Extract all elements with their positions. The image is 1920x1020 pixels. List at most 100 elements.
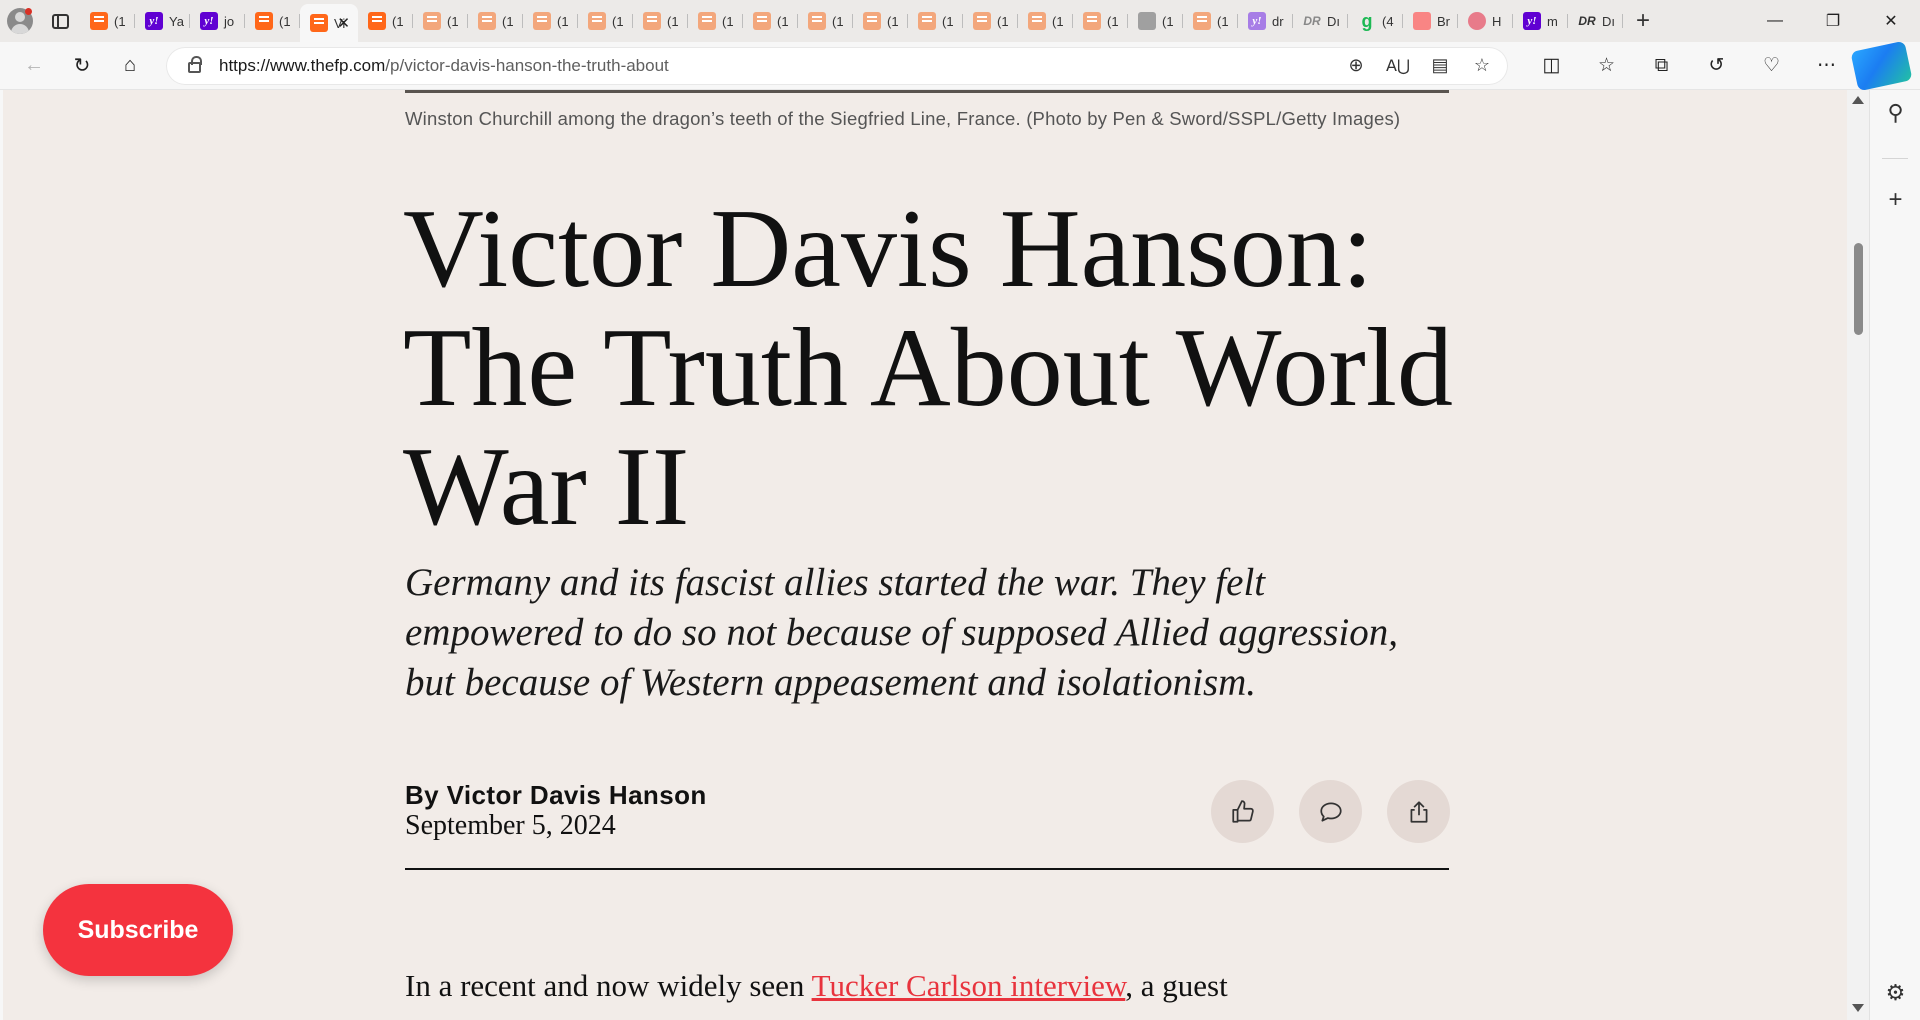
home-button[interactable]: ⌂ bbox=[106, 46, 154, 86]
gray-favicon-icon bbox=[1138, 12, 1156, 30]
browser-tab[interactable]: (1 bbox=[798, 4, 853, 38]
browser-tab[interactable]: Br bbox=[1403, 4, 1458, 38]
close-window-button[interactable]: ✕ bbox=[1862, 0, 1920, 42]
scroll-down-arrow-icon[interactable] bbox=[1852, 1004, 1864, 1012]
favorites-icon[interactable]: ☆ bbox=[1579, 46, 1634, 86]
browser-tab[interactable]: (1 bbox=[853, 4, 908, 38]
tab-title: (1 bbox=[1162, 13, 1174, 29]
copilot-button[interactable] bbox=[1850, 40, 1913, 91]
refresh-button[interactable]: ↻ bbox=[58, 46, 106, 86]
address-bar[interactable]: https://www.thefp.com/p/victor-davis-han… bbox=[166, 46, 1508, 85]
publish-date: September 5, 2024 bbox=[405, 810, 616, 841]
browser-tab[interactable]: (1 bbox=[358, 4, 413, 38]
browser-tab[interactable]: (1 bbox=[468, 4, 523, 38]
browser-tab[interactable]: (1 bbox=[245, 4, 300, 38]
yahoo-favicon-icon: y! bbox=[1248, 12, 1266, 30]
author-byline[interactable]: By Victor Davis Hanson bbox=[405, 780, 707, 811]
split-screen-icon[interactable]: ◫ bbox=[1524, 46, 1579, 86]
scroll-up-arrow-icon[interactable] bbox=[1852, 96, 1864, 104]
tab-title: (1 bbox=[832, 13, 844, 29]
read-aloud-icon[interactable]: A⋃ bbox=[1378, 50, 1418, 82]
tab-list: (1 y! Ya y! jo (1 Vi ✕ (1 (1 (1 (1 (1 (1 (1 (1 (1 (1 (1 (1 (… bbox=[80, 0, 1623, 42]
share-button[interactable] bbox=[1387, 780, 1450, 843]
restore-button[interactable]: ❐ bbox=[1804, 0, 1862, 42]
subscribe-button[interactable]: Subscribe bbox=[43, 884, 233, 976]
tab-title: (1 bbox=[667, 13, 679, 29]
window-controls: — ❐ ✕ bbox=[1746, 0, 1920, 42]
browser-tab[interactable]: (1 bbox=[1128, 4, 1183, 38]
image-caption: Winston Churchill among the dragon’s tee… bbox=[405, 108, 1401, 129]
browser-tab[interactable]: (1 bbox=[688, 4, 743, 38]
browser-tab[interactable]: (1 bbox=[908, 4, 963, 38]
substack-favicon-icon bbox=[255, 12, 273, 30]
sidebar-add-icon[interactable]: + bbox=[1870, 186, 1920, 214]
browser-tab[interactable]: (1 bbox=[80, 4, 135, 38]
comment-button[interactable] bbox=[1299, 780, 1362, 843]
tab-title: (1 bbox=[997, 13, 1009, 29]
browser-tab[interactable]: (1 bbox=[963, 4, 1018, 38]
browser-tab[interactable]: H bbox=[1458, 4, 1513, 38]
dr-favicon-icon: DR bbox=[1303, 14, 1321, 28]
thumbs-up-icon bbox=[1231, 799, 1254, 823]
tab-title: (1 bbox=[447, 13, 459, 29]
yahoo-favicon-icon: y! bbox=[1523, 12, 1541, 30]
substack-favicon-icon bbox=[90, 12, 108, 30]
page-scrollbar[interactable] bbox=[1847, 90, 1869, 1020]
browser-toolbar: ← ↻ ⌂ https://www.thefp.com/p/victor-dav… bbox=[0, 40, 1920, 91]
browser-tab[interactable]: g (4 bbox=[1348, 4, 1403, 38]
collections-icon[interactable]: ⧉ bbox=[1634, 46, 1689, 86]
more-menu-icon[interactable]: ⋯ bbox=[1799, 46, 1854, 86]
sidebar-search-icon[interactable]: ⚲ bbox=[1870, 100, 1920, 126]
comment-bubble-icon bbox=[1319, 801, 1342, 822]
favorite-star-icon[interactable]: ☆ bbox=[1462, 50, 1502, 82]
browser-tab[interactable]: DR Dı bbox=[1293, 4, 1348, 38]
immersive-reader-icon[interactable]: ▤ bbox=[1420, 50, 1460, 82]
browser-tab[interactable]: y! jo bbox=[190, 4, 245, 38]
sidebar-settings-gear-icon[interactable]: ⚙ bbox=[1870, 980, 1920, 1006]
minimize-button[interactable]: — bbox=[1746, 0, 1804, 42]
performance-icon[interactable]: ♡ bbox=[1744, 46, 1799, 86]
browser-tab[interactable]: (1 bbox=[633, 4, 688, 38]
browser-tab[interactable]: (1 bbox=[578, 4, 633, 38]
zoom-icon[interactable]: ⊕ bbox=[1336, 50, 1376, 82]
tab-title: (1 bbox=[942, 13, 954, 29]
tab-title: (1 bbox=[777, 13, 789, 29]
article-subtitle: Germany and its fascist allies started t… bbox=[405, 561, 1398, 704]
site-info-icon[interactable] bbox=[188, 56, 202, 73]
browser-tab[interactable]: (1 bbox=[743, 4, 798, 38]
close-tab-icon[interactable]: ✕ bbox=[337, 14, 350, 32]
tab-title: (1 bbox=[1052, 13, 1064, 29]
browser-tab[interactable]: DR Dı bbox=[1568, 4, 1623, 38]
dr-favicon-icon: DR bbox=[1578, 14, 1596, 28]
byline-divider bbox=[405, 868, 1449, 870]
browser-tab[interactable]: (1 bbox=[1073, 4, 1128, 38]
post-actions bbox=[1211, 780, 1450, 843]
new-tab-button[interactable]: + bbox=[1623, 4, 1663, 38]
browser-tab[interactable]: y! dr bbox=[1238, 4, 1293, 38]
like-button[interactable] bbox=[1211, 780, 1274, 843]
tab-title: (1 bbox=[557, 13, 569, 29]
active-tab[interactable]: Vi ✕ bbox=[300, 4, 358, 42]
tab-title: m bbox=[1547, 13, 1558, 29]
tab-title: (1 bbox=[279, 13, 291, 29]
substack-favicon-icon bbox=[423, 12, 441, 30]
browser-tab[interactable]: (1 bbox=[523, 4, 578, 38]
notification-dot bbox=[25, 8, 32, 15]
browser-tab[interactable]: y! Ya bbox=[135, 4, 190, 38]
back-button[interactable]: ← bbox=[10, 46, 58, 86]
scroll-thumb[interactable] bbox=[1854, 243, 1863, 335]
green-favicon-icon: g bbox=[1361, 10, 1373, 31]
url-path: /p/victor-davis-hanson-the-truth-about bbox=[385, 55, 669, 75]
substack-favicon-icon bbox=[478, 12, 496, 30]
substack-favicon-icon bbox=[643, 12, 661, 30]
browser-tab[interactable]: (1 bbox=[1018, 4, 1073, 38]
tab-actions-button[interactable] bbox=[40, 0, 80, 42]
browser-tab[interactable]: (1 bbox=[413, 4, 468, 38]
article-body-paragraph: In a recent and now widely seen Tucker C… bbox=[405, 968, 1449, 1004]
browser-tab[interactable]: y! m bbox=[1513, 4, 1568, 38]
browser-tab[interactable]: (1 bbox=[1183, 4, 1238, 38]
tab-title: Dı bbox=[1602, 13, 1615, 29]
tucker-carlson-interview-link[interactable]: Tucker Carlson interview bbox=[812, 968, 1126, 1003]
profile-button[interactable] bbox=[0, 0, 40, 42]
history-icon[interactable]: ↺ bbox=[1689, 46, 1744, 86]
